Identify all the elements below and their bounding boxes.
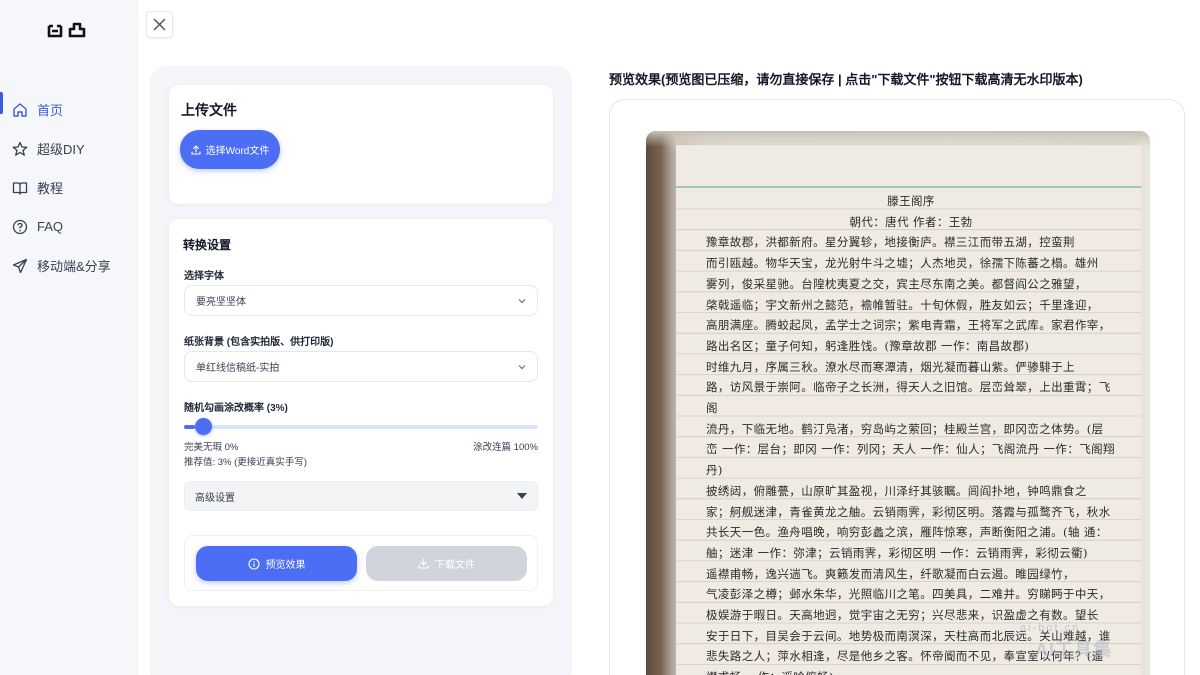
settings-title: 转换设置 bbox=[183, 238, 232, 252]
caret-down-icon bbox=[517, 493, 527, 499]
handwritten-line: 时维九月，序属三秋。潦水尽而寒潭清，烟光凝而暮山紫。俨骖騑于上 bbox=[706, 359, 1075, 374]
conversion-settings-card: 转换设置 选择字体 要亮坚坚体 纸张背景 (包含实拍版、供打印版) 单红线信稿纸… bbox=[169, 219, 553, 606]
handwritten-line: 家；舸舰迷津，青雀黄龙之舳。云销雨霁，彩彻区明。落霞与孤鹜齐飞，秋水 bbox=[706, 504, 1111, 519]
paper-select-value: 单红线信稿纸-实拍 bbox=[196, 363, 280, 374]
download-button[interactable]: 下载文件 bbox=[366, 546, 527, 581]
handwritten-line: 披绣闼，俯雕甍，山原旷其盈视，川泽纡其骇瞩。闾阎扑地，钟鸣鼎食之 bbox=[706, 483, 1087, 498]
chevron-down-icon bbox=[518, 365, 526, 370]
download-button-label: 下载文件 bbox=[435, 560, 475, 571]
sidebar: 首页 超级DIY 教程 FAQ 移动端&分享 bbox=[0, 0, 138, 675]
sidebar-item-home[interactable]: 首页 bbox=[0, 90, 138, 129]
sidebar-item-tutorial[interactable]: 教程 bbox=[0, 168, 138, 207]
preview-button[interactable]: 预览效果 bbox=[196, 546, 357, 581]
handwritten-line: 朝代：唐代 作者：王勃 bbox=[849, 214, 973, 229]
watermark-url: ai-bot.cn bbox=[1020, 622, 1081, 634]
advanced-settings-toggle[interactable]: 高级设置 bbox=[184, 481, 538, 511]
paper-select[interactable]: 单红线信稿纸-实拍 bbox=[184, 351, 538, 382]
handwritten-line: 豫章故郡，洪都新府。星分翼轸，地接衡庐。襟三江而带五湖，控蛮荆 bbox=[706, 235, 1075, 250]
upload-title: 上传文件 bbox=[181, 102, 237, 118]
upload-card: 上传文件 选择Word文件 bbox=[169, 85, 553, 204]
select-word-file-button[interactable]: 选择Word文件 bbox=[180, 130, 280, 169]
handwritten-line: 舳；迷津 一作：弥津；云销雨霁，彩彻区明 一作：云销雨霁，彩彻云衢) bbox=[706, 545, 1088, 560]
close-icon bbox=[153, 18, 166, 31]
sidebar-item-diy[interactable]: 超级DIY bbox=[0, 129, 138, 168]
logo-icon[interactable] bbox=[46, 20, 90, 42]
rate-min-label: 完美无瑕 0% bbox=[184, 442, 239, 453]
sidebar-item-label: 首页 bbox=[37, 103, 64, 118]
handwritten-line: 雾列，俊采星驰。台隍枕夷夏之交，宾主尽东南之美。都督阎公之雅望， bbox=[706, 276, 1087, 291]
sidebar-item-faq[interactable]: FAQ bbox=[0, 207, 138, 246]
close-button[interactable] bbox=[146, 11, 173, 38]
handwritten-line: 峦 一作：层台；即冈 一作：列冈；天人 一作：仙人；飞阁流丹 一作：飞阁翔 bbox=[706, 442, 1115, 457]
sidebar-item-label: 教程 bbox=[37, 181, 64, 196]
chevron-down-icon bbox=[518, 299, 526, 304]
sidebar-nav: 首页 超级DIY 教程 FAQ 移动端&分享 bbox=[0, 90, 138, 285]
paper-shadow bbox=[646, 131, 1150, 147]
handwritten-line: 棨戟遥临；宇文新州之懿范，襜帷暂驻。十旬休假，胜友如云；千里逢迎， bbox=[706, 297, 1099, 312]
paper-label: 纸张背景 (包含实拍版、供打印版) bbox=[184, 337, 334, 348]
upload-icon bbox=[191, 144, 201, 155]
handwritten-line: 而引瓯越。物华天宝，龙光射牛斗之墟；人杰地灵，徐孺下陈蕃之榻。雄州 bbox=[706, 256, 1099, 271]
font-select[interactable]: 要亮坚坚体 bbox=[184, 285, 538, 316]
preview-button-label: 预览效果 bbox=[265, 560, 306, 571]
home-icon bbox=[12, 102, 28, 118]
font-select-value: 要亮坚坚体 bbox=[196, 297, 246, 308]
advanced-settings-label: 高级设置 bbox=[195, 492, 235, 504]
download-icon bbox=[418, 558, 429, 569]
rate-label: 随机勾画涂改概率 (3%) bbox=[184, 403, 288, 414]
sidebar-item-label: 移动端&分享 bbox=[37, 259, 111, 274]
font-label: 选择字体 bbox=[184, 271, 224, 282]
select-word-file-label: 选择Word文件 bbox=[205, 146, 270, 157]
rate-recommend-text: 推荐值: 3% (更接近真实手写) bbox=[184, 457, 307, 468]
rate-slider-fill bbox=[184, 425, 195, 429]
info-icon bbox=[247, 557, 260, 570]
rate-slider-thumb[interactable] bbox=[195, 418, 212, 435]
handwritten-line: 流丹，下临无地。鹤汀凫渚，穷岛屿之萦回；桂殿兰宫，即冈峦之体势。(层 bbox=[706, 421, 1104, 436]
handwritten-line: 共长天一色。渔舟唱晚，响穷彭蠡之滨，雁阵惊寒，声断衡阳之浦。(轴 通： bbox=[706, 525, 1108, 540]
star-icon bbox=[12, 141, 28, 157]
sidebar-item-share[interactable]: 移动端&分享 bbox=[0, 246, 138, 285]
rate-slider-track[interactable] bbox=[184, 425, 538, 429]
action-buttons: 预览效果 下载文件 bbox=[184, 535, 538, 591]
rate-max-label: 涂改连篇 100% bbox=[473, 442, 538, 453]
book-icon bbox=[12, 180, 28, 196]
preview-title: 预览效果(预览图已压缩，请勿直接保存 | 点击"下载文件"按钮下载高清无水印版本… bbox=[609, 72, 1083, 87]
handwritten-line: 丹) bbox=[706, 463, 723, 478]
watermark-brand: AI工具集 bbox=[1035, 640, 1112, 660]
handwritten-line: 襟甫畅 一作：遥吟俯畅) bbox=[706, 667, 1116, 675]
question-icon bbox=[12, 219, 28, 235]
handwritten-line: 高朋满座。腾蛟起凤，孟学士之词宗；紫电青霜，王将军之武库。家君作宰， bbox=[706, 318, 1111, 333]
handwritten-line: 气凌彭泽之樽；邺水朱华，光照临川之笔。四美具，二难并。穷睇眄于中天， bbox=[706, 587, 1111, 602]
send-icon bbox=[12, 258, 28, 274]
handwritten-text: 滕王阁序朝代：唐代 作者：王勃豫章故郡，洪都新府。星分翼轸，地接衡庐。襟三江而带… bbox=[706, 191, 1116, 675]
sidebar-item-label: FAQ bbox=[37, 219, 64, 234]
sidebar-item-label: 超级DIY bbox=[37, 142, 85, 157]
handwritten-line: 滕王阁序 bbox=[887, 194, 935, 208]
preview-box: 滕王阁序朝代：唐代 作者：王勃豫章故郡，洪都新府。星分翼轸，地接衡庐。襟三江而带… bbox=[609, 99, 1185, 675]
handwritten-line: 路，访风景于崇阿。临帝子之长洲，得天人之旧馆。层峦耸翠，上出重霄；飞阁 bbox=[706, 380, 1111, 416]
handwritten-line: 遥襟甫畅，逸兴遄飞。爽籁发而清风生，纤歌凝而白云遏。睢园绿竹， bbox=[706, 566, 1075, 581]
handwritten-line: 路出名区；童子何知，躬逢胜饯。(豫章故郡 一作：南昌故郡) bbox=[706, 338, 1030, 353]
preview-image: 滕王阁序朝代：唐代 作者：王勃豫章故郡，洪都新府。星分翼轸，地接衡庐。襟三江而带… bbox=[646, 131, 1150, 675]
